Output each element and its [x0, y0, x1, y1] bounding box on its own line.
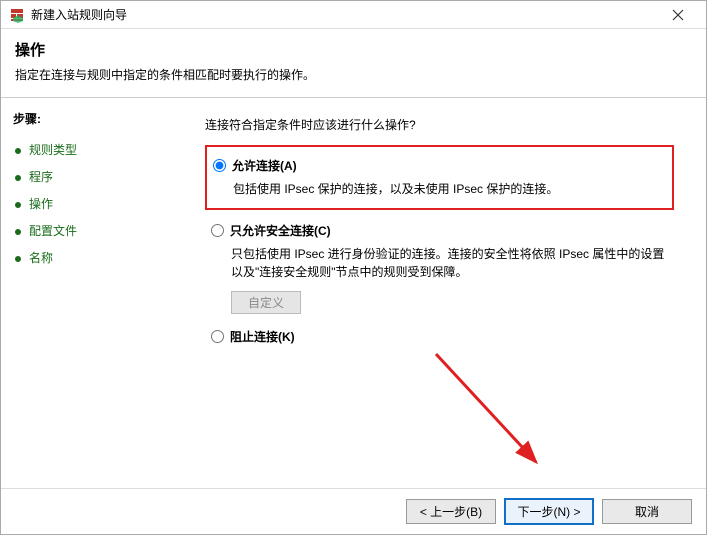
steps-sidebar: 步骤: 规则类型 程序 操作 配置文件 名称 — [1, 98, 191, 493]
bullet-icon — [13, 145, 23, 155]
close-button[interactable] — [658, 2, 698, 28]
page-subtitle: 指定在连接与规则中指定的条件相匹配时要执行的操作。 — [15, 66, 692, 83]
step-label: 名称 — [29, 249, 53, 266]
radio-secure-desc: 只包括使用 IPsec 进行身份验证的连接。连接的安全性将依照 IPsec 属性… — [231, 245, 674, 281]
radio-allow-desc: 包括使用 IPsec 保护的连接，以及未使用 IPsec 保护的连接。 — [233, 180, 662, 198]
step-program[interactable]: 程序 — [13, 164, 179, 189]
window-title: 新建入站规则向导 — [31, 6, 658, 23]
back-button[interactable]: < 上一步(B) — [406, 499, 496, 524]
titlebar: 新建入站规则向导 — [1, 1, 706, 29]
radio-secure[interactable]: 只允许安全连接(C) — [211, 222, 674, 239]
option-block: 阻止连接(K) — [205, 328, 674, 345]
main-panel: 连接符合指定条件时应该进行什么操作? 允许连接(A) 包括使用 IPsec 保护… — [191, 98, 706, 493]
steps-label: 步骤: — [13, 110, 179, 127]
bullet-icon — [13, 226, 23, 236]
question-text: 连接符合指定条件时应该进行什么操作? — [205, 116, 674, 133]
radio-block[interactable]: 阻止连接(K) — [211, 328, 674, 345]
option-secure: 只允许安全连接(C) 只包括使用 IPsec 进行身份验证的连接。连接的安全性将… — [205, 222, 674, 314]
cancel-button[interactable]: 取消 — [602, 499, 692, 524]
firewall-icon — [9, 7, 25, 23]
radio-block-label: 阻止连接(K) — [230, 328, 295, 345]
radio-allow-label: 允许连接(A) — [232, 157, 297, 174]
step-profile[interactable]: 配置文件 — [13, 218, 179, 243]
step-label: 配置文件 — [29, 222, 77, 239]
page-title: 操作 — [15, 39, 692, 60]
radio-secure-input[interactable] — [211, 224, 224, 237]
radio-block-input[interactable] — [211, 330, 224, 343]
bullet-icon — [13, 172, 23, 182]
customize-button: 自定义 — [231, 291, 301, 314]
step-label: 规则类型 — [29, 141, 77, 158]
step-label: 程序 — [29, 168, 53, 185]
radio-allow-input[interactable] — [213, 159, 226, 172]
step-label: 操作 — [29, 195, 53, 212]
bullet-icon — [13, 253, 23, 263]
wizard-header: 操作 指定在连接与规则中指定的条件相匹配时要执行的操作。 — [1, 29, 706, 98]
step-rule-type[interactable]: 规则类型 — [13, 137, 179, 162]
close-icon — [672, 9, 684, 21]
radio-allow[interactable]: 允许连接(A) — [213, 157, 662, 174]
step-action[interactable]: 操作 — [13, 191, 179, 216]
step-name[interactable]: 名称 — [13, 245, 179, 270]
content-area: 步骤: 规则类型 程序 操作 配置文件 名称 连接符合指定条件时应该进行什么操作… — [1, 98, 706, 493]
bullet-icon — [13, 199, 23, 209]
wizard-footer: < 上一步(B) 下一步(N) > 取消 — [1, 488, 706, 534]
highlight-allow: 允许连接(A) 包括使用 IPsec 保护的连接，以及未使用 IPsec 保护的… — [205, 145, 674, 210]
next-button[interactable]: 下一步(N) > — [504, 498, 594, 525]
radio-secure-label: 只允许安全连接(C) — [230, 222, 331, 239]
